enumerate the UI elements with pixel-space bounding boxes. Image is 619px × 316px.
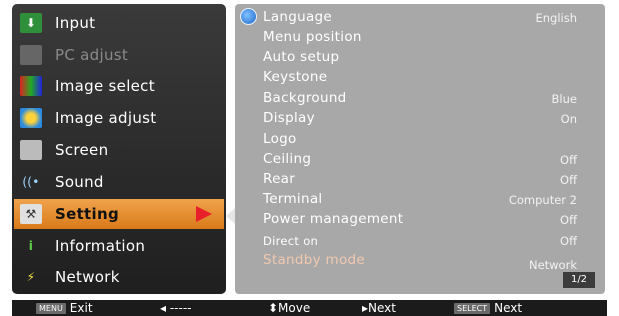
menu-item-label: Input [55, 14, 96, 32]
help-next: ▸Next [362, 301, 396, 315]
page-indicator: 1/2 [563, 272, 595, 288]
setting-submenu: Language English Menu position Auto setu… [235, 4, 605, 294]
help-bar: MENU Exit ◂ ----- ⬍Move ▸Next SELECT Next [12, 300, 607, 316]
selected-arrow-icon [196, 206, 212, 222]
submenu-item-display[interactable]: Display On [263, 110, 595, 128]
menu-item-image-select[interactable]: Image select [14, 71, 224, 101]
menu-item-network[interactable]: ⚡ Network [14, 262, 224, 292]
menu-item-image-adjust[interactable]: Image adjust [14, 103, 224, 133]
menu-item-setting[interactable]: ⚒ Setting [14, 199, 224, 229]
submenu-item-logo[interactable]: Logo [263, 131, 595, 149]
menu-item-screen[interactable]: Screen [14, 135, 224, 165]
submenu-item-power-management[interactable]: Power management Off [263, 211, 595, 229]
sound-icon: ((• [22, 175, 40, 189]
submenu-item-auto-setup[interactable]: Auto setup [263, 49, 595, 67]
menu-item-label: Network [55, 268, 120, 286]
menu-item-label: Screen [55, 141, 109, 159]
menu-item-label: Setting [55, 205, 119, 223]
pc-adjust-icon [20, 45, 42, 65]
submenu-item-menu-position[interactable]: Menu position [263, 29, 595, 47]
help-back: ◂ ----- [160, 301, 192, 315]
menu-item-input[interactable]: ⬇ Input [14, 8, 224, 38]
network-icon: ⚡ [26, 270, 36, 284]
submenu-item-rear[interactable]: Rear Off [263, 171, 595, 189]
submenu-item-keystone[interactable]: Keystone [263, 69, 595, 87]
submenu-item-language[interactable]: Language English [263, 9, 595, 27]
help-exit: MENU Exit [36, 300, 93, 316]
submenu-item-ceiling[interactable]: Ceiling Off [263, 151, 595, 169]
menu-item-label: Information [55, 237, 146, 255]
submenu-item-direct-on[interactable]: Direct on Off [263, 232, 595, 250]
setting-icon: ⚒ [20, 204, 42, 224]
menu-item-label: PC adjust [55, 46, 129, 64]
menu-item-sound[interactable]: ((• Sound [14, 167, 224, 197]
select-key-icon: SELECT [454, 303, 491, 314]
menu-item-label: Sound [55, 173, 104, 191]
menu-item-label: Image select [55, 77, 155, 95]
help-select-next: SELECT Next [454, 300, 522, 316]
input-arrow-icon: ⬇ [20, 13, 42, 33]
menu-item-label: Image adjust [55, 109, 157, 127]
main-menu: ⬇ Input PC adjust Image select Image adj… [12, 4, 226, 294]
menu-item-pc-adjust[interactable]: PC adjust [14, 40, 224, 70]
information-icon: i [28, 239, 34, 253]
screen-icon [20, 140, 42, 160]
globe-icon [240, 8, 257, 25]
projector-osd: ⬇ Input PC adjust Image select Image adj… [0, 0, 619, 316]
image-adjust-icon [20, 108, 42, 128]
help-move: ⬍Move [268, 301, 311, 315]
submenu-item-terminal[interactable]: Terminal Computer 2 [263, 191, 595, 209]
menu-key-icon: MENU [36, 303, 66, 314]
menu-item-information[interactable]: i Information [14, 231, 224, 261]
submenu-item-standby-mode[interactable]: Standby mode Network [263, 252, 595, 272]
image-select-icon [20, 76, 42, 96]
submenu-item-background[interactable]: Background Blue [263, 90, 595, 108]
